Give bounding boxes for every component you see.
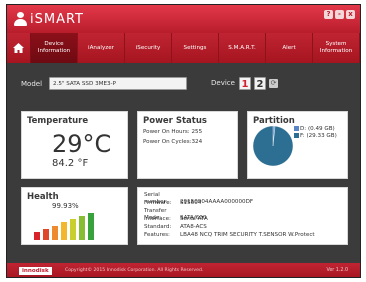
tab-system-information[interactable]: System Information <box>313 33 360 63</box>
power-status-title: Power Status <box>143 116 207 126</box>
app-window: iSMART ? - x Device Information iAnalyze… <box>6 4 361 278</box>
health-value: 99.93% <box>52 202 79 210</box>
temperature-panel: Temperature 29°C 84.2 °F <box>21 111 128 179</box>
tab-ianalyzer[interactable]: iAnalyzer <box>78 33 125 63</box>
device-info-panel: Serial number: 20150904AAAA000000DF Firmw… <box>137 187 348 245</box>
tab-smart[interactable]: S.M.A.R.T. <box>219 33 266 63</box>
tab-settings[interactable]: Settings <box>172 33 219 63</box>
app-title: iSMART <box>30 11 85 27</box>
refresh-icon[interactable]: ⟳ <box>269 79 278 88</box>
info-row: Interface: Serial ATA <box>144 216 208 222</box>
main-content: Model 2.5" SATA SSD 3ME3-P Device 1 2 ⟳ … <box>7 63 360 263</box>
app-logo: iSMART <box>14 10 84 28</box>
info-row: Serial number: 20150904AAAA000000DF <box>144 192 254 205</box>
power-on-hours: Power On Hours: 255 <box>143 129 203 135</box>
footer: innodisk Copyright© 2015 Innodisk Corpor… <box>7 263 360 277</box>
device-1-button[interactable]: 1 <box>239 77 251 90</box>
health-bar <box>43 228 49 240</box>
legend-item-f: F: (29.33 GB) <box>294 133 337 140</box>
tab-isecurity[interactable]: iSecurity <box>125 33 172 63</box>
health-bar <box>79 216 85 240</box>
device-label: Device <box>211 79 235 87</box>
model-row: Model 2.5" SATA SSD 3ME3-P Device 1 2 ⟳ <box>21 77 278 91</box>
title-bar: iSMART ? - x <box>7 5 360 33</box>
health-bars <box>34 212 114 240</box>
health-panel: Health 99.93% <box>21 187 128 245</box>
home-icon <box>13 43 24 53</box>
power-on-cycles: Power On Cycles:324 <box>143 139 203 145</box>
health-title: Health <box>27 192 59 202</box>
temperature-title: Temperature <box>27 116 89 126</box>
help-button[interactable]: ? <box>324 10 333 19</box>
tab-device-information[interactable]: Device Information <box>31 33 78 63</box>
nav-bar: Device Information iAnalyzer iSecurity S… <box>7 33 360 63</box>
health-bar <box>70 219 76 240</box>
temperature-fahrenheit: 84.2 °F <box>52 158 89 169</box>
user-icon <box>14 12 27 26</box>
legend-item-d: D: (0.49 GB) <box>294 126 337 133</box>
temperature-celsius: 29°C <box>52 130 112 158</box>
info-row: Standard: ATA8-ACS <box>144 224 207 230</box>
info-row: Features: LBA48 NCQ TRIM SECURITY T.SENSO… <box>144 232 315 238</box>
partition-legend: D: (0.49 GB) F: (29.33 GB) <box>294 126 337 140</box>
device-2-button[interactable]: 2 <box>254 77 266 90</box>
model-label: Model <box>21 80 43 88</box>
close-button[interactable]: x <box>346 10 355 19</box>
model-select[interactable]: 2.5" SATA SSD 3ME3-P <box>49 77 187 90</box>
health-bar <box>61 222 67 240</box>
health-bar <box>34 232 40 240</box>
pie-slice <box>252 125 294 167</box>
tab-alert[interactable]: Alert <box>266 33 313 63</box>
footer-version: Ver 1.2.0 <box>326 268 348 273</box>
home-button[interactable] <box>7 33 31 63</box>
minimize-button[interactable]: - <box>335 10 344 19</box>
info-row: Transfer Mode: SATA/600 <box>144 208 207 221</box>
footer-brand-logo: innodisk <box>19 267 52 275</box>
health-bar <box>88 212 94 240</box>
partition-panel: Partition D: (0.49 GB) F: (29.33 GB) <box>247 111 348 179</box>
info-row: Firmware: S15604 <box>144 200 202 206</box>
health-bar <box>52 225 58 240</box>
footer-copyright: Copyright© 2015 Innodisk Corporation. Al… <box>65 268 204 273</box>
partition-pie-chart <box>252 125 294 167</box>
window-controls: ? - x <box>324 10 355 19</box>
power-status-panel: Power Status Power On Hours: 255 Power O… <box>137 111 238 179</box>
